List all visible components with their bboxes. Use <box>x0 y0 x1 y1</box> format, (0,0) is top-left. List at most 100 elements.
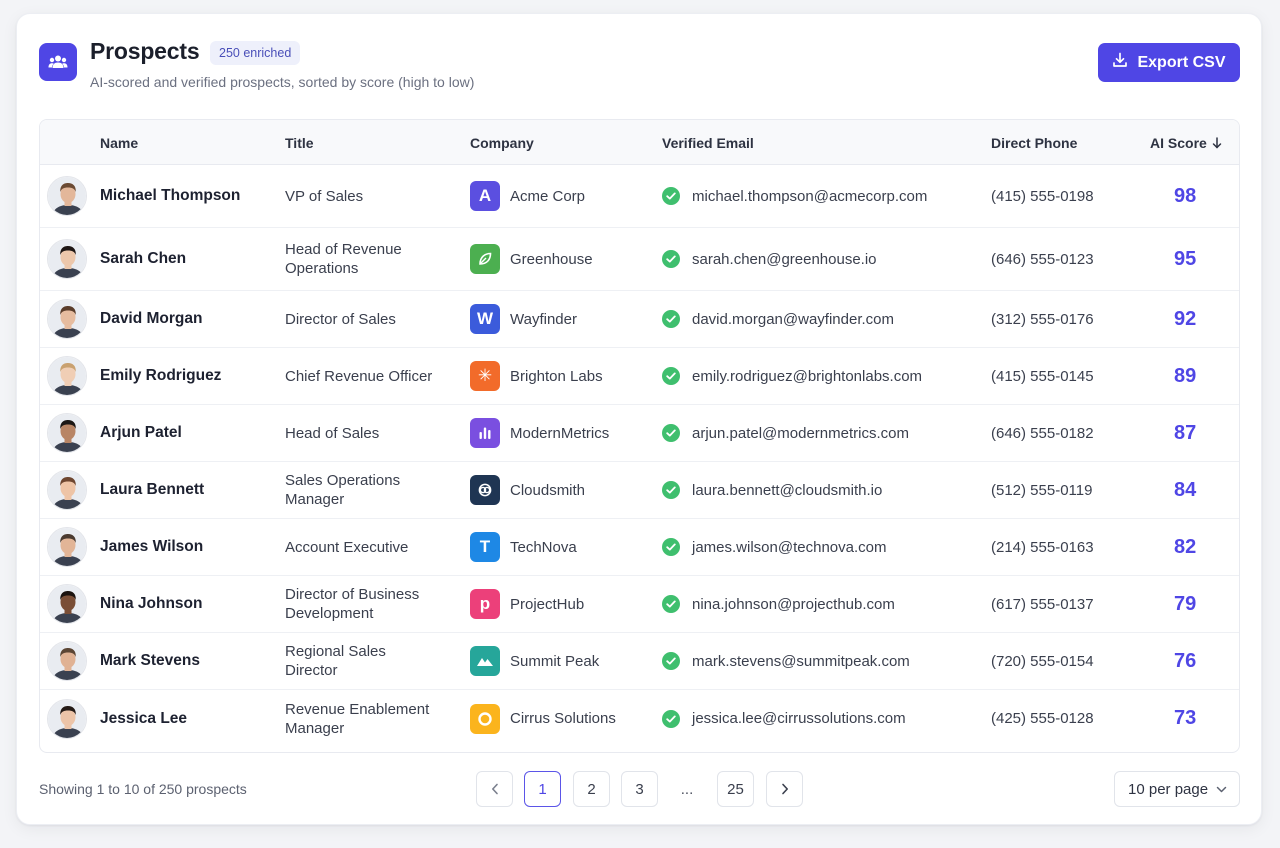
column-header-score[interactable]: AI Score <box>1150 120 1222 165</box>
ai-score: 82 <box>1174 519 1196 575</box>
column-header-email[interactable]: Verified Email <box>662 120 754 165</box>
verified-email[interactable]: michael.thompson@acmecorp.com <box>692 188 927 205</box>
direct-phone[interactable]: (617) 555-0137 <box>991 576 1094 632</box>
company-logo-icon: ✳ <box>470 361 500 391</box>
company-name: TechNova <box>510 538 577 556</box>
verified-email[interactable]: jessica.lee@cirrussolutions.com <box>692 710 906 727</box>
enriched-badge: 250 enriched <box>210 41 301 65</box>
verified-email[interactable]: mark.stevens@summitpeak.com <box>692 653 910 670</box>
page-button-2[interactable]: 2 <box>573 771 610 807</box>
table-row[interactable]: Nina Johnson Director of Business Develop… <box>40 576 1239 633</box>
prev-page-button[interactable] <box>476 771 513 807</box>
direct-phone[interactable]: (415) 555-0198 <box>991 165 1094 227</box>
avatar <box>47 356 87 396</box>
company-cell: Cloudsmith <box>470 462 585 518</box>
verified-check-icon <box>662 250 680 268</box>
company-name: Greenhouse <box>510 250 593 268</box>
company-name: Summit Peak <box>510 652 600 670</box>
prospect-title: Revenue Enablement Manager <box>285 690 435 747</box>
verified-email[interactable]: laura.bennett@cloudsmith.io <box>692 482 882 499</box>
direct-phone-text: (415) 555-0198 <box>991 187 1094 205</box>
verified-check-icon <box>662 709 680 728</box>
column-header-title[interactable]: Title <box>285 120 314 165</box>
prospect-title-text: Regional Sales Director <box>285 643 386 679</box>
table-row[interactable]: Laura Bennett Sales Operations Manager Clo… <box>40 462 1239 519</box>
prospect-name[interactable]: Emily Rodriguez <box>100 348 221 404</box>
company-name: Wayfinder <box>510 310 577 328</box>
prospect-name[interactable]: David Morgan <box>100 291 202 347</box>
prospect-name[interactable]: Laura Bennett <box>100 462 204 518</box>
prospect-name[interactable]: Arjun Patel <box>100 405 182 461</box>
company-name: ModernMetrics <box>510 424 610 442</box>
company-cell: W Wayfinder <box>470 291 577 347</box>
export-csv-button[interactable]: Export CSV <box>1098 43 1240 82</box>
direct-phone[interactable]: (646) 555-0123 <box>991 228 1094 290</box>
page-button-25[interactable]: 25 <box>717 771 754 807</box>
column-header-phone[interactable]: Direct Phone <box>991 120 1077 165</box>
prospect-name[interactable]: Jessica Lee <box>100 690 187 747</box>
verified-email[interactable]: emily.rodriguez@brightonlabs.com <box>692 368 922 385</box>
email-cell: laura.bennett@cloudsmith.io <box>662 462 882 518</box>
company-logo-icon: p <box>470 589 500 619</box>
direct-phone[interactable]: (214) 555-0163 <box>991 519 1094 575</box>
prospect-name[interactable]: James Wilson <box>100 519 203 575</box>
company-cell: A Acme Corp <box>470 165 585 227</box>
prospect-name[interactable]: Nina Johnson <box>100 576 202 632</box>
prospect-title: Sales Operations Manager <box>285 462 435 518</box>
verified-email[interactable]: nina.johnson@projecthub.com <box>692 596 895 613</box>
page-button-1[interactable]: 1 <box>524 771 561 807</box>
company-logo-icon: A <box>470 181 500 211</box>
ai-score-text: 95 <box>1174 247 1197 270</box>
direct-phone[interactable]: (646) 555-0182 <box>991 405 1094 461</box>
table-row[interactable]: James Wilson Account Executive T TechNova ja… <box>40 519 1239 576</box>
prospects-table: Name Title Company Verified Email Direct… <box>39 119 1240 753</box>
sort-down-icon <box>1212 136 1222 149</box>
prospect-name-text: Laura Bennett <box>100 481 205 498</box>
direct-phone[interactable]: (512) 555-0119 <box>991 462 1092 518</box>
direct-phone[interactable]: (312) 555-0176 <box>991 291 1094 347</box>
verified-email[interactable]: james.wilson@technova.com <box>692 539 886 556</box>
per-page-select[interactable]: 10 per page <box>1114 771 1240 807</box>
prospect-name[interactable]: Michael Thompson <box>100 165 240 227</box>
company-name: Acme Corp <box>510 187 586 205</box>
company-logo-icon: W <box>470 304 500 334</box>
chevron-left-icon <box>491 783 499 795</box>
ai-score: 89 <box>1174 348 1196 404</box>
table-body: Michael Thompson VP of Sales A Acme Corp mic… <box>40 165 1239 747</box>
next-page-button[interactable] <box>766 771 803 807</box>
email-cell: james.wilson@technova.com <box>662 519 886 575</box>
table-row[interactable]: Arjun Patel Head of Sales ModernMetrics arj… <box>40 405 1239 462</box>
prospect-name-text: Sarah Chen <box>100 250 187 267</box>
prospect-title: Head of Sales <box>285 405 379 461</box>
table-row[interactable]: Sarah Chen Head of Revenue Operations Gree… <box>40 228 1239 291</box>
pagination-ellipsis: ... <box>680 780 694 798</box>
table-row[interactable]: David Morgan Director of Sales W Wayfinder d… <box>40 291 1239 348</box>
table-row[interactable]: Jessica Lee Revenue Enablement Manager Cir… <box>40 690 1239 747</box>
column-header-company[interactable]: Company <box>470 120 534 165</box>
verified-email[interactable]: sarah.chen@greenhouse.io <box>692 251 877 268</box>
company-name: Brighton Labs <box>510 367 603 385</box>
verified-email[interactable]: david.morgan@wayfinder.com <box>692 311 894 328</box>
column-header-name[interactable]: Name <box>100 120 138 165</box>
direct-phone[interactable]: (425) 555-0128 <box>991 690 1094 747</box>
avatar <box>47 239 87 279</box>
company-logo-icon <box>470 646 500 676</box>
table-row[interactable]: Emily Rodriguez Chief Revenue Officer ✳ Bri… <box>40 348 1239 405</box>
ai-score-text: 89 <box>1174 364 1197 387</box>
table-row[interactable]: Mark Stevens Regional Sales Director Summi… <box>40 633 1239 690</box>
prospect-title: Chief Revenue Officer <box>285 348 432 404</box>
prospect-name-text: Michael Thompson <box>100 187 241 204</box>
direct-phone-text: (425) 555-0128 <box>991 710 1094 727</box>
direct-phone[interactable]: (720) 555-0154 <box>991 633 1094 689</box>
prospect-name[interactable]: Sarah Chen <box>100 228 186 290</box>
direct-phone[interactable]: (415) 555-0145 <box>991 348 1094 404</box>
table-row[interactable]: Michael Thompson VP of Sales A Acme Corp mic… <box>40 165 1239 228</box>
avatar <box>47 698 87 739</box>
avatar <box>47 584 87 624</box>
ai-score-text: 87 <box>1174 421 1197 444</box>
verified-check-icon <box>662 652 680 670</box>
verified-email[interactable]: arjun.patel@modernmetrics.com <box>692 425 909 442</box>
page-button-3[interactable]: 3 <box>621 771 658 807</box>
prospect-name[interactable]: Mark Stevens <box>100 633 200 689</box>
verified-check-icon <box>662 538 680 556</box>
